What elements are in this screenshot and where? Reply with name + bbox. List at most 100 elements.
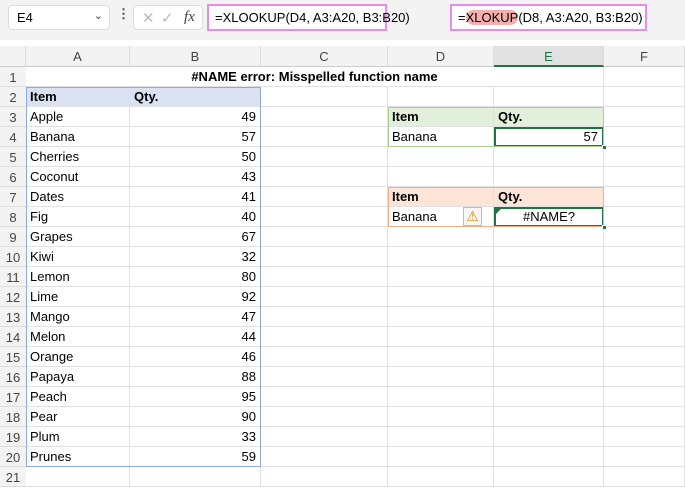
row-header-6[interactable]: 6 <box>0 167 26 187</box>
column-header-F[interactable]: F <box>604 46 685 67</box>
row-header-21[interactable]: 21 <box>0 467 26 487</box>
formula-input-correct[interactable]: =XLOOKUP(D4, A3:A20, B3:B20) <box>207 4 410 31</box>
cancel-icon[interactable]: ✕ <box>142 9 155 27</box>
column-header-B[interactable]: B <box>130 46 261 67</box>
row-header-7[interactable]: 7 <box>0 187 26 207</box>
table-cell-item: Melon <box>26 327 130 347</box>
column-header-C[interactable]: C <box>261 46 388 67</box>
table-cell-qty: 44 <box>130 327 261 347</box>
cell <box>604 427 685 447</box>
cell <box>494 447 604 467</box>
table-cell-qty: 92 <box>130 287 261 307</box>
table-cell-qty: 41 <box>130 187 261 207</box>
error-result-cell: #NAME? <box>494 207 604 227</box>
row-header-1[interactable]: 1 <box>0 67 26 87</box>
row-header-17[interactable]: 17 <box>0 387 26 407</box>
error-warning-icon[interactable]: ⚠ <box>463 207 482 226</box>
cell <box>388 287 494 307</box>
cell <box>261 187 388 207</box>
table-cell-item: Kiwi <box>26 247 130 267</box>
row-header-19[interactable]: 19 <box>0 427 26 447</box>
cell <box>130 467 261 487</box>
row-header-11[interactable]: 11 <box>0 267 26 287</box>
fill-handle[interactable] <box>602 145 607 150</box>
name-box[interactable]: E4 ⌄ <box>8 5 110 30</box>
cell <box>388 427 494 447</box>
table-cell-item: Peach <box>26 387 130 407</box>
cell <box>388 327 494 347</box>
cell <box>388 467 494 487</box>
cell <box>604 307 685 327</box>
table-cell-item: Pear <box>26 407 130 427</box>
cell <box>604 267 685 287</box>
row-header-15[interactable]: 15 <box>0 347 26 367</box>
cell <box>388 227 494 247</box>
row-header-16[interactable]: 16 <box>0 367 26 387</box>
cell <box>494 287 604 307</box>
cell <box>604 187 685 207</box>
cell <box>261 127 388 147</box>
cell <box>388 167 494 187</box>
table-cell-item: Dates <box>26 187 130 207</box>
row-header-18[interactable]: 18 <box>0 407 26 427</box>
cell <box>261 327 388 347</box>
cell <box>494 307 604 327</box>
row-header-9[interactable]: 9 <box>0 227 26 247</box>
column-header-E[interactable]: E <box>494 46 604 67</box>
row-header-3[interactable]: 3 <box>0 107 26 127</box>
table-cell-item: Prunes <box>26 447 130 467</box>
cell <box>494 167 604 187</box>
table-cell-item: Papaya <box>26 367 130 387</box>
table-cell-qty: 90 <box>130 407 261 427</box>
table-cell-qty: 50 <box>130 147 261 167</box>
formula-buttons: ✕ ✓ fx <box>133 5 203 30</box>
cell <box>261 387 388 407</box>
insert-function-icon[interactable]: fx <box>184 9 195 26</box>
cell <box>604 167 685 187</box>
table-cell-qty: 47 <box>130 307 261 327</box>
row-header-5[interactable]: 5 <box>0 147 26 167</box>
cell <box>388 407 494 427</box>
column-header-A[interactable]: A <box>26 46 130 67</box>
cell <box>494 387 604 407</box>
table-cell-item: Apple <box>26 107 130 127</box>
cell <box>388 447 494 467</box>
row-header-20[interactable]: 20 <box>0 447 26 467</box>
row-header-8[interactable]: 8 <box>0 207 26 227</box>
more-options-icon[interactable]: ⋮ <box>117 6 130 22</box>
cell <box>494 347 604 367</box>
cell <box>604 147 685 167</box>
table-cell-item: Cherries <box>26 147 130 167</box>
table-cell-item: Orange <box>26 347 130 367</box>
cell <box>261 287 388 307</box>
row-header-12[interactable]: 12 <box>0 287 26 307</box>
table-cell-item: Coconut <box>26 167 130 187</box>
row-header-10[interactable]: 10 <box>0 247 26 267</box>
formula-input-misspelled[interactable]: =XLOKUP(D8, A3:A20, B3:B20) <box>450 4 647 31</box>
cell <box>604 327 685 347</box>
cell <box>388 247 494 267</box>
table-cell-qty: 40 <box>130 207 261 227</box>
column-header-D[interactable]: D <box>388 46 494 67</box>
fill-handle[interactable] <box>602 225 607 230</box>
table-cell-qty: 80 <box>130 267 261 287</box>
cell <box>388 347 494 367</box>
cell <box>261 367 388 387</box>
select-all-button[interactable] <box>0 46 26 67</box>
cell <box>261 447 388 467</box>
formula-args: (D8, A3:A20, B3:B20) <box>518 10 643 25</box>
table-cell-item: Lemon <box>26 267 130 287</box>
row-header-13[interactable]: 13 <box>0 307 26 327</box>
cell <box>604 467 685 487</box>
row-header-4[interactable]: 4 <box>0 127 26 147</box>
row-header-14[interactable]: 14 <box>0 327 26 347</box>
table-cell-qty: 67 <box>130 227 261 247</box>
enter-icon[interactable]: ✓ <box>161 9 174 27</box>
cell <box>604 207 685 227</box>
cell <box>604 407 685 427</box>
row-header-2[interactable]: 2 <box>0 87 26 107</box>
cell <box>261 107 388 127</box>
chevron-down-icon[interactable]: ⌄ <box>94 9 103 22</box>
error-header-item: Item <box>388 187 494 207</box>
cell <box>261 147 388 167</box>
